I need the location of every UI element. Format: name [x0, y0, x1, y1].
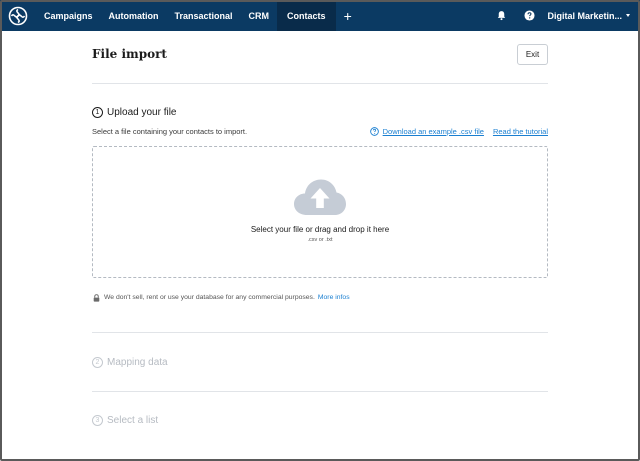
lock-icon [92, 293, 100, 302]
plus-icon: + [343, 7, 352, 24]
exit-button[interactable]: Exit [517, 43, 548, 65]
step-mapping-header: 2 Mapping data [92, 357, 168, 368]
step-mapping-title: Mapping data [107, 357, 168, 368]
help-links: Download an example .csv file Read the t… [369, 127, 548, 136]
step-select-list-header: 3 Select a list [92, 415, 158, 426]
info-icon [369, 127, 379, 136]
nav-campaigns[interactable]: Campaigns [36, 0, 101, 31]
step-number-2: 2 [92, 357, 103, 368]
dropzone-formats: .csv or .txt [307, 237, 333, 243]
nav-automation[interactable]: Automation [101, 0, 167, 31]
step-number-3: 3 [92, 415, 103, 426]
nav-contacts[interactable]: Contacts [277, 0, 336, 31]
nav-contacts-label: Contacts [287, 10, 326, 21]
privacy-text: We don't sell, rent or use your database… [104, 294, 315, 301]
nav-transactional-label: Transactional [174, 10, 233, 21]
nav-transactional[interactable]: Transactional [167, 0, 241, 31]
more-infos-link[interactable]: More infos [318, 294, 350, 301]
nav-automation-label: Automation [108, 10, 159, 21]
read-tutorial-link[interactable]: Read the tutorial [493, 127, 548, 136]
download-example-link[interactable]: Download an example .csv file [383, 127, 484, 136]
nav-crm-label: CRM [248, 10, 270, 21]
add-menu-button[interactable]: + [336, 0, 360, 31]
upload-description: Select a file containing your contacts t… [92, 127, 248, 136]
upload-description-row: Select a file containing your contacts t… [92, 127, 548, 136]
bell-icon [497, 11, 506, 21]
help-icon [524, 10, 535, 21]
help-button[interactable] [515, 0, 543, 31]
file-import-page: File import Exit 1 Upload your file Sele… [92, 31, 548, 426]
step-select-list-title: Select a list [107, 415, 159, 426]
nav-crm[interactable]: CRM [241, 0, 278, 31]
privacy-notice: We don't sell, rent or use your database… [92, 293, 350, 302]
top-navigation: Campaigns Automation Transactional CRM C… [0, 0, 640, 31]
section-divider [92, 332, 548, 333]
step-upload-title: Upload your file [107, 107, 177, 118]
step-number-1: 1 [92, 107, 103, 118]
dropzone-text: Select your file or drag and drop it her… [250, 225, 390, 234]
cloud-upload-icon [294, 179, 346, 215]
step-upload-header: 1 Upload your file [92, 107, 176, 118]
page-title: File import [92, 47, 167, 61]
caret-down-icon [626, 14, 630, 17]
nav-campaigns-label: Campaigns [44, 10, 93, 21]
account-name: Digital Marketin... [547, 10, 622, 21]
logo-icon[interactable] [7, 5, 29, 27]
account-menu[interactable]: Digital Marketin... [543, 0, 640, 31]
section-divider [92, 391, 548, 392]
notifications-button[interactable] [487, 0, 515, 31]
file-dropzone[interactable]: Select your file or drag and drop it her… [92, 146, 548, 278]
page-header: File import Exit [92, 31, 548, 84]
